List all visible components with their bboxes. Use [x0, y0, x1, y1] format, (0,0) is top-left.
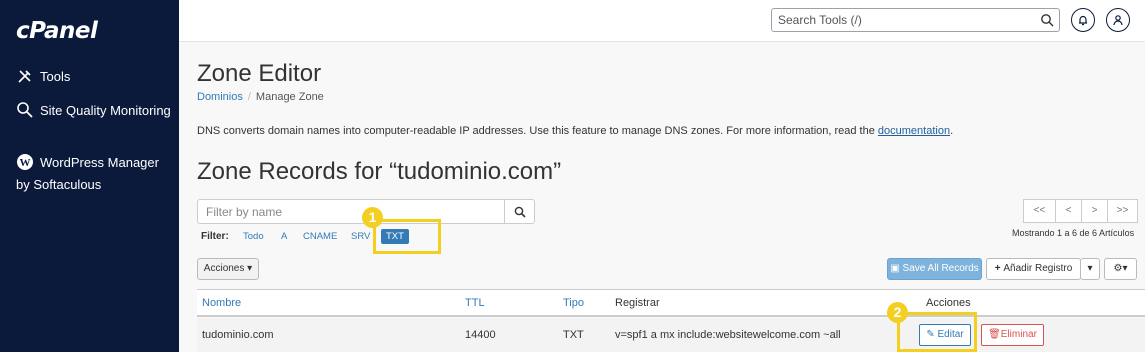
column-header-record: Registrar [615, 297, 660, 309]
actions-dropdown-button[interactable]: Acciones ▾ [197, 258, 259, 280]
delete-label: Eliminar [1000, 329, 1037, 340]
caret-down-icon: ▾ [1087, 263, 1093, 274]
breadcrumb-parent-link[interactable]: Dominios [197, 91, 243, 103]
record-ttl: 14400 [465, 329, 496, 341]
save-all-records-button[interactable]: ▣ Save All Records [887, 258, 982, 280]
user-button[interactable] [1106, 8, 1130, 32]
step-badge-1: 1 [362, 207, 383, 228]
filter-placeholder: Filter by name [206, 205, 283, 219]
magnifier-icon [17, 102, 33, 118]
column-header-type[interactable]: Tipo [563, 297, 584, 309]
tools-icon [18, 70, 31, 83]
description-end: . [950, 125, 954, 137]
table-header: Nombre TTL Tipo Registrar Acciones [197, 289, 1145, 317]
page-title: Zone Editor [197, 60, 322, 87]
add-record-button[interactable]: + Añadir Registro [986, 258, 1081, 280]
cpanel-logo[interactable]: cPanel [16, 18, 98, 44]
save-all-label: Save All Records [902, 263, 979, 274]
breadcrumb-current: Manage Zone [255, 91, 324, 103]
filter-option-srv[interactable]: SRV [351, 231, 370, 242]
wordpress-icon: W [17, 154, 33, 170]
highlight-box-edit [897, 312, 977, 352]
sidebar-item-label: Site Quality Monitoring [40, 103, 171, 118]
gear-icon: ⚙▾ [1113, 263, 1128, 274]
column-header-actions: Acciones [926, 297, 971, 309]
filter-search-button[interactable] [504, 199, 535, 224]
search-placeholder: Search Tools (/) [778, 13, 862, 27]
filter-option-a[interactable]: A [281, 231, 287, 242]
pagination-prev[interactable]: < [1055, 199, 1082, 223]
page-description: DNS converts domain names into computer-… [197, 125, 953, 137]
search-icon [514, 206, 526, 218]
step-badge-2: 2 [887, 302, 908, 323]
pagination-last[interactable]: >> [1107, 199, 1138, 223]
record-value: v=spf1 a mx include:websitewelcome.com ~… [615, 329, 841, 341]
sidebar-item-wordpress[interactable]: W WordPress Manager by Softaculous [16, 152, 176, 196]
sidebar-item-label: WordPress Manager by Softaculous [16, 155, 159, 192]
add-record-dropdown-toggle[interactable]: ▾ [1080, 258, 1100, 280]
trash-icon: 🗑 [988, 329, 1001, 340]
sidebar-item-tools[interactable]: Tools [16, 66, 176, 88]
pagination-first[interactable]: << [1023, 199, 1056, 223]
search-icon [1041, 14, 1054, 27]
add-record-label: Añadir Registro [1003, 263, 1073, 274]
description-text: DNS converts domain names into computer-… [197, 125, 878, 137]
zone-records-title: Zone Records for “tudominio.com” [197, 158, 562, 185]
record-type: TXT [563, 329, 584, 341]
pagination-next[interactable]: > [1081, 199, 1108, 223]
column-header-name[interactable]: Nombre [202, 297, 241, 309]
search-tools-input[interactable]: Search Tools (/) [771, 8, 1060, 32]
filter-label: Filter: [201, 231, 229, 242]
breadcrumb-separator: / [247, 91, 251, 103]
filter-by-name-input[interactable]: Filter by name [197, 199, 505, 224]
caret-down-icon: ▾ [244, 263, 253, 274]
highlight-box-txt-filter [373, 219, 441, 254]
filter-option-todo[interactable]: Todo [243, 231, 264, 242]
sidebar: cPanel Tools Site Quality Monitoring W W… [0, 0, 179, 352]
notifications-button[interactable] [1071, 8, 1095, 32]
delete-record-button[interactable]: 🗑Eliminar [981, 324, 1044, 346]
breadcrumb: Dominios / Manage Zone [197, 91, 324, 103]
user-icon [1113, 15, 1123, 26]
sidebar-item-site-quality[interactable]: Site Quality Monitoring [16, 100, 176, 122]
filter-option-cname[interactable]: CNAME [303, 231, 337, 242]
actions-label: Acciones [203, 263, 245, 274]
sidebar-item-label: Tools [40, 69, 71, 84]
save-icon: ▣ [890, 263, 903, 274]
documentation-link[interactable]: documentation [878, 125, 950, 137]
svg-text:W: W [20, 157, 31, 169]
record-name: tudominio.com [202, 329, 274, 341]
bell-icon [1079, 15, 1087, 26]
column-header-ttl[interactable]: TTL [465, 297, 485, 309]
showing-count: Mostrando 1 a 6 de 6 Artículos [1012, 228, 1135, 238]
settings-dropdown-button[interactable]: ⚙▾ [1104, 258, 1137, 280]
